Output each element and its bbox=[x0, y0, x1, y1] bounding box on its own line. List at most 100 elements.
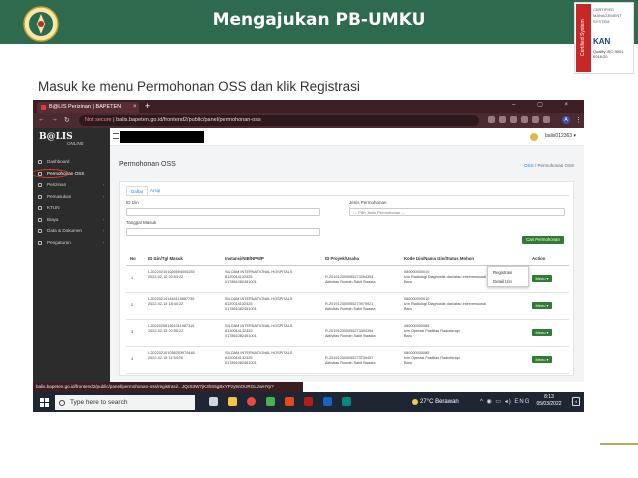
reload-icon[interactable]: ↻ bbox=[64, 116, 70, 124]
browser-tab[interactable]: B@LIS Perizinan | BAPETEN × bbox=[37, 102, 139, 113]
tanggal-masuk-input[interactable] bbox=[126, 228, 320, 236]
chrome-icon[interactable] bbox=[247, 397, 256, 406]
user-avatar[interactable] bbox=[530, 133, 538, 141]
system-tray[interactable]: ^ ◉ ▭ ◂) ENG bbox=[480, 396, 530, 408]
bapeten-emblem-icon bbox=[23, 6, 59, 42]
id-izin-label: ID Izin bbox=[126, 200, 139, 205]
window-controls[interactable]: – ▢ × bbox=[512, 101, 578, 108]
tanggal-masuk-label: Tanggal Masuk bbox=[126, 220, 157, 225]
tab-daftar[interactable]: Daftar bbox=[126, 186, 149, 195]
hamburger-icon[interactable] bbox=[113, 133, 119, 139]
header-id-proyek: ID Proyek/Usaha bbox=[325, 256, 359, 261]
word-icon[interactable] bbox=[323, 397, 332, 406]
translate-icon[interactable] bbox=[488, 116, 495, 123]
tab-arsip[interactable]: Arsip bbox=[146, 186, 164, 195]
pdf-reader-icon[interactable] bbox=[304, 397, 313, 406]
money-icon bbox=[38, 217, 42, 222]
license-icon bbox=[38, 183, 42, 187]
id-izin-input[interactable] bbox=[126, 208, 320, 216]
link-status-url: balis.bapeten.go.id/frontend2/public/pan… bbox=[33, 382, 303, 392]
windows-start-icon[interactable] bbox=[40, 398, 49, 407]
sidebar-item-ktun[interactable]: KTUN bbox=[33, 202, 110, 214]
document-icon bbox=[38, 171, 42, 176]
app-icon[interactable] bbox=[342, 397, 351, 406]
extension-icon[interactable] bbox=[532, 116, 539, 123]
chevron-right-icon: › bbox=[102, 239, 105, 245]
url-input[interactable]: Not secure | balis.bapeten.go.id/fronten… bbox=[79, 115, 479, 126]
task-view-icon[interactable] bbox=[209, 397, 218, 406]
menu-item-detail-izin[interactable]: Detail Izin bbox=[493, 279, 512, 284]
jenis-permohonan-label: Jenis Permohonan bbox=[349, 200, 387, 205]
bookmark-star-icon[interactable] bbox=[499, 116, 506, 123]
close-tab-icon[interactable]: × bbox=[133, 102, 137, 113]
menu-button[interactable]: Menu ▾ bbox=[532, 329, 552, 336]
menu-item-registrasi[interactable]: Registrasi bbox=[493, 270, 512, 275]
sidebar-item-pemasukan[interactable]: Pemasukan › bbox=[33, 191, 110, 203]
header-instansi: Instansi/NIB/NPWP bbox=[225, 256, 264, 261]
slide-title: Mengajukan PB-UMKU bbox=[212, 10, 426, 30]
not-secure-label[interactable]: Not secure bbox=[85, 117, 112, 123]
excel-icon[interactable] bbox=[266, 397, 275, 406]
windows-taskbar: Type here to search 27°C Berawan ^ ◉ ▭ ◂… bbox=[33, 392, 584, 412]
decorative-line bbox=[600, 443, 638, 445]
slide-subtitle: Masuk ke menu Permohonan OSS dan klik Re… bbox=[38, 79, 360, 94]
caret-down-icon: ▾ bbox=[573, 133, 576, 139]
main-content: Permohonan OSS OSS / Permohonan OSS Daft… bbox=[110, 146, 584, 382]
dashboard-icon bbox=[38, 160, 42, 164]
url-text: balis.bapeten.go.id/frontend2/public/pan… bbox=[116, 117, 261, 123]
page-title: Permohonan OSS bbox=[119, 161, 176, 168]
cert-top-text: CERTIFIED MANAGEMENT SYSTEM bbox=[593, 7, 622, 24]
cert-number: 0018:20 bbox=[593, 54, 608, 59]
tab-divider bbox=[126, 195, 569, 196]
app-sidebar: B@LIS ONLINE Dashboard Permohonan OSS Pe… bbox=[33, 128, 110, 382]
extension-icon[interactable] bbox=[521, 116, 528, 123]
browser-menu-icon[interactable]: ⋮ bbox=[575, 116, 582, 124]
inbox-icon bbox=[38, 194, 42, 199]
user-menu[interactable]: balis012363 ▾ bbox=[545, 132, 576, 141]
action-dropdown-menu: Registrasi Detail Izin bbox=[487, 266, 529, 287]
user-name: balis012363 bbox=[545, 133, 573, 139]
chevron-right-icon: › bbox=[102, 216, 105, 222]
menu-button[interactable]: Menu ▾ bbox=[532, 275, 552, 282]
breadcrumb-link-oss[interactable]: OSS bbox=[524, 163, 534, 168]
url-separator: | bbox=[113, 117, 115, 123]
sidebar-item-perizinan[interactable]: Perizinan › bbox=[33, 179, 110, 191]
profile-avatar[interactable]: A bbox=[562, 116, 570, 124]
table-row: 2 I-202202141446115887735 2022-02-14 18:4… bbox=[126, 293, 569, 320]
jenis-permohonan-select[interactable]: --- Pilih Jenis Permohonan --- bbox=[349, 208, 565, 216]
browser-tab-strip: B@LIS Perizinan | BAPETEN × + – ▢ × bbox=[33, 100, 584, 113]
chevron-right-icon: › bbox=[102, 182, 105, 187]
breadcrumb: OSS / Permohonan OSS bbox=[524, 163, 574, 168]
notification-icon[interactable]: 4 bbox=[572, 397, 580, 406]
breadcrumb-separator: / bbox=[534, 163, 537, 168]
menu-button[interactable]: Menu ▾ bbox=[532, 302, 552, 309]
sidebar-item-data-dokumen[interactable]: Data & Dokumen › bbox=[33, 225, 110, 237]
sidebar-item-biaya[interactable]: Biaya › bbox=[33, 214, 110, 226]
powerpoint-icon[interactable] bbox=[285, 397, 294, 406]
redacted-box bbox=[120, 131, 204, 143]
certification-badge: Certified System CERTIFIED MANAGEMENT SY… bbox=[574, 2, 634, 74]
sidebar-item-pengaturan[interactable]: Pengaturan › bbox=[33, 237, 110, 249]
sidebar-item-dashboard[interactable]: Dashboard bbox=[33, 156, 110, 168]
chevron-right-icon: › bbox=[102, 193, 105, 199]
weather-widget[interactable]: 27°C Berawan bbox=[420, 396, 459, 408]
file-explorer-icon[interactable] bbox=[228, 397, 237, 406]
chevron-right-icon: › bbox=[102, 228, 105, 233]
extension-icon[interactable] bbox=[510, 116, 517, 123]
browser-screenshot: B@LIS Perizinan | BAPETEN × + – ▢ × ← → … bbox=[33, 100, 584, 412]
header-no: No bbox=[130, 256, 136, 261]
menu-button[interactable]: Menu ▾ bbox=[532, 356, 552, 363]
back-arrow-icon[interactable]: ← bbox=[38, 116, 45, 123]
search-icon bbox=[59, 400, 65, 406]
cari-permohonan-button[interactable]: Cari Permohonan bbox=[522, 236, 564, 244]
header-id-izin: ID Izin/Tgl Masuk bbox=[148, 256, 183, 261]
browser-tab-title: B@LIS Perizinan | BAPETEN bbox=[49, 104, 122, 110]
taskbar-search-input[interactable]: Type here to search bbox=[55, 395, 195, 410]
puzzle-icon[interactable] bbox=[543, 116, 550, 123]
new-tab-button[interactable]: + bbox=[145, 101, 150, 112]
forward-arrow-icon[interactable]: → bbox=[51, 116, 58, 123]
sidebar-item-permohonan-oss[interactable]: Permohonan OSS bbox=[33, 168, 110, 180]
balis-favicon-icon bbox=[41, 105, 46, 110]
kan-logo: KAN bbox=[593, 37, 611, 46]
taskbar-clock[interactable]: 8:13 05/03/2022 bbox=[529, 394, 569, 408]
